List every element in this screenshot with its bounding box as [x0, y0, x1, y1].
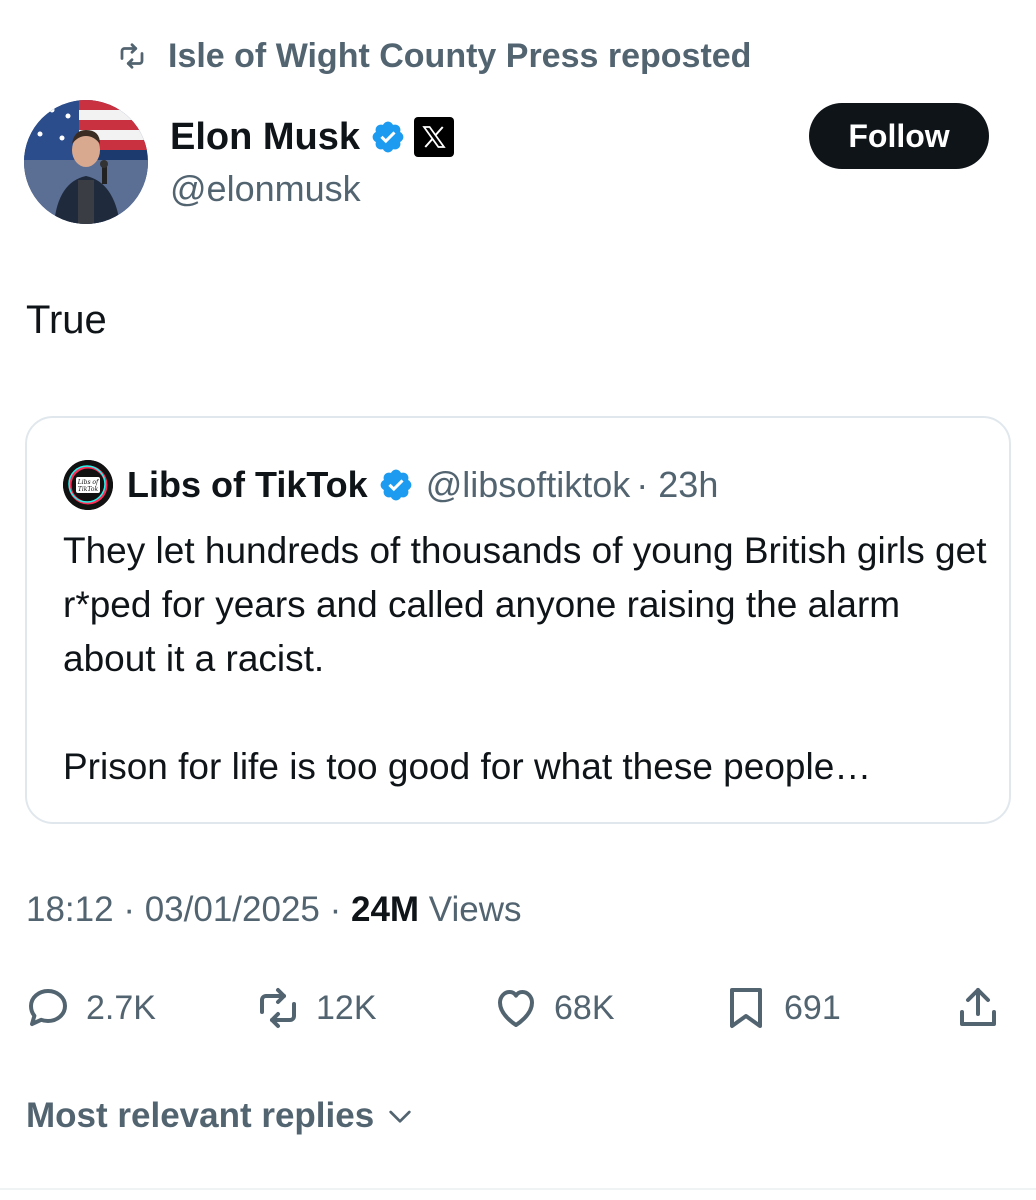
tweet-meta: 18:12 · 03/01/2025 · 24M Views [26, 890, 522, 930]
svg-text:TikTok: TikTok [78, 486, 99, 493]
quoted-tweet-header: Libs of TikTok Libs of TikTok @libsoftik… [63, 460, 718, 510]
bookmark-count: 691 [784, 988, 841, 1027]
share-icon [960, 988, 996, 1026]
verified-badge-icon[interactable] [378, 467, 414, 503]
quoted-author-name[interactable]: Libs of TikTok [127, 464, 368, 506]
tweet-time[interactable]: 18:12 [26, 890, 114, 929]
meta-separator: · [113, 890, 145, 929]
heart-icon [498, 990, 534, 1027]
quoted-tweet-text: They let hundreds of thousands of young … [63, 524, 993, 794]
author-avatar[interactable] [24, 100, 148, 224]
replies-sort-label: Most relevant replies [26, 1096, 375, 1135]
replies-sort-dropdown[interactable]: Most relevant replies [26, 1096, 416, 1136]
verified-badge-icon[interactable] [370, 119, 406, 155]
reply-icon [29, 989, 67, 1026]
repost-icon [120, 43, 144, 69]
repost-label: Isle of Wight County Press reposted [168, 36, 752, 75]
repost-icon [260, 988, 296, 1028]
chevron-down-icon [389, 1110, 411, 1123]
repost-header[interactable]: Isle of Wight County Press reposted [110, 34, 751, 78]
quoted-tweet-paragraph: Prison for life is too good for what the… [63, 746, 872, 787]
follow-button[interactable]: Follow [809, 103, 989, 169]
repost-button[interactable]: 12K [254, 978, 377, 1038]
like-count: 68K [554, 988, 615, 1027]
quoted-tweet-card[interactable]: Libs of TikTok Libs of TikTok @libsoftik… [25, 416, 1011, 824]
meta-separator: · [319, 890, 351, 929]
reply-button[interactable]: 2.7K [24, 978, 156, 1038]
author-handle[interactable]: @elonmusk [170, 168, 454, 210]
x-logo-icon[interactable] [414, 117, 455, 157]
quoted-author-avatar[interactable]: Libs of TikTok [63, 460, 113, 510]
quoted-author-handle[interactable]: @libsoftiktok [426, 464, 631, 506]
action-bar: 2.7K 12K 68K 691 [0, 978, 1036, 1038]
tweet-text: True [26, 298, 107, 342]
author-name[interactable]: Elon Musk [170, 116, 360, 159]
svg-text:Libs of: Libs of [77, 479, 100, 486]
views-count: 24M [350, 890, 420, 929]
quoted-tweet-paragraph: They let hundreds of thousands of young … [63, 530, 987, 679]
tweet-date[interactable]: 03/01/2025 [145, 890, 320, 929]
author-info: Elon Musk @elonmusk [170, 110, 455, 210]
bookmark-icon [730, 988, 762, 1028]
views-label: Views [419, 890, 522, 929]
quoted-tweet-time: · 23h [636, 464, 719, 505]
divider [0, 1188, 1036, 1190]
like-button[interactable]: 68K [492, 978, 615, 1038]
share-button[interactable] [954, 978, 1002, 1038]
reply-count: 2.7K [86, 988, 156, 1027]
bookmark-button[interactable]: 691 [722, 978, 841, 1038]
repost-count: 12K [316, 988, 377, 1027]
